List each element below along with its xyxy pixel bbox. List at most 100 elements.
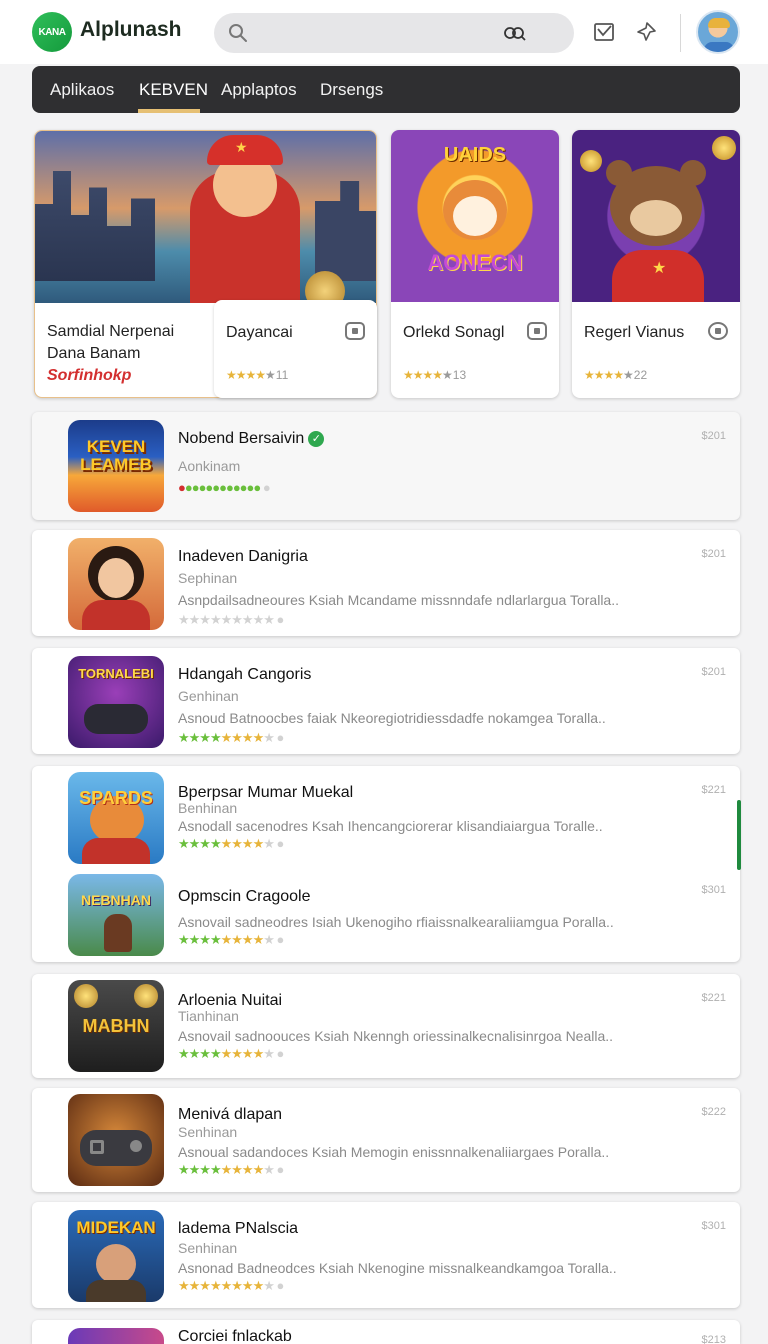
app-price: $201	[701, 548, 726, 560]
app-list-row[interactable]: SPARDS Bperpsar Mumar Muekal Benhinan As…	[32, 766, 740, 962]
app-icon[interactable]: NEBNHAN	[68, 874, 164, 956]
list-item[interactable]: Corciei fnlackab $213	[32, 1320, 740, 1344]
featured-card[interactable]: Dayancai ★★★★★11	[214, 300, 377, 398]
app-rating: ★★★★★★★★★ ●	[178, 1162, 284, 1177]
featured-banner-image: ★	[35, 131, 376, 303]
app-icon-text: MABHN	[82, 1016, 150, 1036]
app-price: $301	[701, 1220, 726, 1232]
tab-drsengs[interactable]: Drsengs	[320, 80, 383, 100]
list-item[interactable]: MIDEKAN ladema PNalscia Senhinan Asnonad…	[32, 1202, 740, 1302]
brand-name: Alplunash	[80, 18, 182, 41]
list-item[interactable]: KEVEN LEAMEB Nobend Bersaivin ✓ Aonkinam …	[32, 412, 740, 512]
featured-card-body: Regerl Vianus ★★★★★22	[572, 302, 740, 398]
app-name: ladema PNalscia	[178, 1220, 299, 1237]
active-tab-indicator	[138, 109, 200, 113]
app-rating: ●●●●●●●●●●●● ●	[178, 480, 271, 495]
app-price: $301	[701, 884, 726, 896]
app-icon[interactable]: MABHN	[68, 980, 164, 1072]
app-description: Asnonad Badneodces Ksiah Nkenogine missn…	[178, 1260, 617, 1276]
app-rating: ★★★★★★★★★ ●	[178, 1046, 284, 1061]
app-description: Asnodall sacenodres Ksah Ihencangciorera…	[178, 818, 603, 834]
list-item[interactable]: Inadeven Danigria Sephinan Asnpdailsadne…	[32, 530, 740, 630]
app-rating: ★★★★★★★★★ ●	[178, 836, 284, 851]
app-description: Asnpdailsadneoures Ksiah Mcandame missnn…	[178, 592, 619, 608]
header-divider	[680, 14, 681, 52]
featured-game-image: UAIDS AONECN	[391, 130, 559, 302]
app-icon-text: SPARDS	[79, 788, 153, 808]
list-item[interactable]: TORNALEBI Hdangah Cangoris Genhinan Asno…	[32, 648, 740, 748]
featured-game-image: ★	[572, 130, 740, 302]
tab-applaptos[interactable]: Applaptos	[221, 80, 297, 100]
featured-title-line1: Samdial Nerpenai	[47, 323, 175, 340]
app-icon[interactable]: SPARDS	[68, 772, 164, 864]
app-description: Asnoual sadandoces Ksiah Memogin enissnn…	[178, 1144, 610, 1160]
list-item[interactable]: SPARDS Bperpsar Mumar Muekal Benhinan As…	[32, 766, 740, 866]
top-app-bar: KANA Alplunash	[0, 0, 768, 64]
app-price: $201	[701, 430, 726, 442]
app-list-row[interactable]: TORNALEBI Hdangah Cangoris Genhinan Asno…	[32, 648, 740, 754]
search-bar[interactable]	[214, 13, 574, 53]
video-icon	[345, 322, 365, 340]
app-logo[interactable]: KANA	[32, 12, 72, 52]
category-tabs: Aplikaos KEBVEN Applaptos Drsengs	[32, 66, 740, 113]
app-category: Senhinan	[178, 1240, 238, 1256]
app-price: $213	[701, 1334, 726, 1344]
art-subtitle: AONECN	[427, 250, 523, 275]
verified-icon: ✓	[308, 431, 325, 447]
visual-search-icon[interactable]	[502, 25, 526, 41]
app-list-row[interactable]: Menivá dlapan Senhinan Asnoual sadandoce…	[32, 1088, 740, 1192]
app-icon[interactable]: KEVEN LEAMEB	[68, 420, 164, 512]
app-price: $222	[701, 1106, 726, 1118]
list-item[interactable]: MABHN Arloenia Nuitai Tianhinan Asnovail…	[32, 974, 740, 1074]
app-description: Asnovail sadnoouces Ksiah Nkenngh oriess…	[178, 1028, 614, 1044]
app-rating: ★★★★★★★★★ ●	[178, 932, 284, 947]
app-icon[interactable]	[68, 1328, 164, 1344]
app-category: Sephinan	[178, 570, 238, 586]
avatar-shirt	[704, 42, 734, 52]
app-icon[interactable]	[68, 1094, 164, 1186]
featured-title-line2: Dana Banam	[47, 345, 141, 362]
tab-aplikaos[interactable]: Aplikaos	[50, 80, 114, 100]
app-name: Inadeven Danigria	[178, 548, 308, 565]
app-rating: ★★★★★★★★★ ●	[178, 1278, 284, 1293]
list-item[interactable]: NEBNHAN Opmscin Cragoole Asnovail sadneo…	[32, 866, 740, 966]
featured-rating: ★★★★★11	[226, 368, 289, 382]
video-icon	[527, 322, 547, 340]
scrollbar-thumb[interactable]	[737, 800, 741, 870]
app-rating: ★★★★★★★★★ ●	[178, 612, 284, 627]
app-price: $221	[701, 784, 726, 796]
app-list-row[interactable]: Inadeven Danigria Sephinan Asnpdailsadne…	[32, 530, 740, 636]
list-item[interactable]: Menivá dlapan Senhinan Asnoual sadandoce…	[32, 1088, 740, 1188]
app-category: Genhinan	[178, 688, 239, 704]
app-category: Aonkinam	[178, 458, 241, 474]
art-title: UAIDS	[443, 144, 507, 166]
featured-rating: ★★★★★13	[403, 368, 467, 382]
app-category: Tianhinan	[178, 1008, 239, 1024]
app-name: Corciei fnlackab	[178, 1328, 292, 1344]
inbox-icon[interactable]	[592, 20, 616, 44]
app-icon-text: TORNALEBI	[78, 666, 154, 681]
app-list-row[interactable]: Corciei fnlackab $213	[32, 1320, 740, 1344]
app-name: Nobend Bersaivin ✓	[178, 430, 325, 448]
app-list-row[interactable]: KEVEN LEAMEB Nobend Bersaivin ✓ Aonkinam …	[32, 412, 740, 520]
app-price: $201	[701, 666, 726, 678]
app-list-row[interactable]: MIDEKAN ladema PNalscia Senhinan Asnonad…	[32, 1202, 740, 1308]
pin-icon[interactable]	[634, 20, 658, 44]
tab-kebven[interactable]: KEBVEN	[139, 80, 208, 100]
app-description: Asnoud Batnoocbes faiak Nkeoregiotridies…	[178, 710, 606, 726]
app-icon[interactable]: MIDEKAN	[68, 1210, 164, 1302]
app-icon-text: KEVEN LEAMEB	[80, 437, 152, 474]
featured-title: Samdial Nerpenai Dana Banam	[47, 321, 174, 365]
app-rating: ★★★★★★★★★ ●	[178, 730, 284, 745]
featured-title: Dayancai	[226, 324, 293, 341]
featured-card[interactable]: UAIDS AONECN Orlekd Sonagl ★★★★★13	[391, 130, 559, 398]
featured-title: Regerl Vianus	[584, 324, 685, 341]
app-icon[interactable]	[68, 538, 164, 630]
app-icon[interactable]: TORNALEBI	[68, 656, 164, 748]
app-price: $221	[701, 992, 726, 1004]
app-name: Opmscin Cragoole	[178, 888, 311, 905]
featured-card[interactable]: ★ Regerl Vianus ★★★★★22	[572, 130, 740, 398]
featured-rating: ★★★★★22	[584, 368, 648, 382]
app-list-row[interactable]: MABHN Arloenia Nuitai Tianhinan Asnovail…	[32, 974, 740, 1078]
user-avatar[interactable]	[696, 10, 740, 54]
